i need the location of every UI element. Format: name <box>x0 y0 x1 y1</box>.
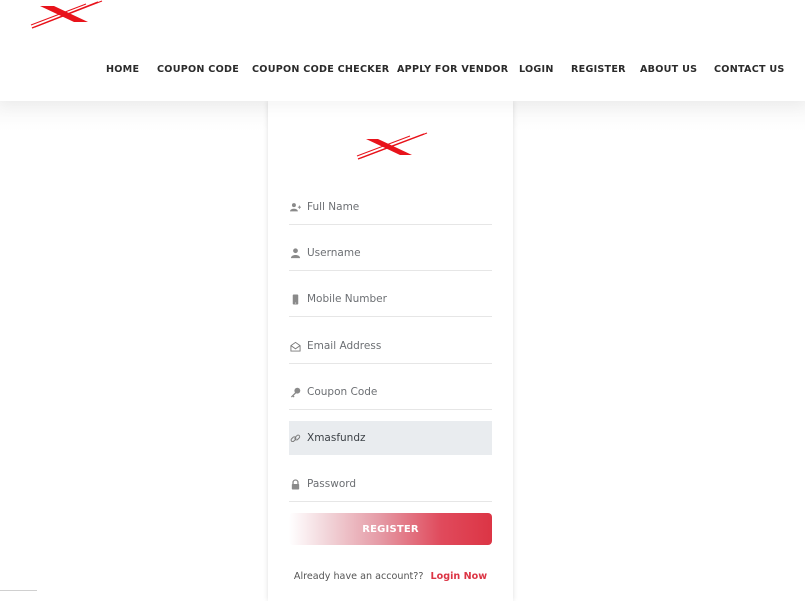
username-field <box>289 236 492 271</box>
email-address-input[interactable] <box>307 336 487 356</box>
nav-about-us[interactable]: ABOUT US <box>640 64 697 75</box>
register-button[interactable]: REGISTER <box>289 513 492 545</box>
register-card: REGISTER Already have an account?? Login… <box>268 101 513 601</box>
lock-icon <box>289 478 301 490</box>
nav-login[interactable]: LOGIN <box>519 64 554 75</box>
main-nav: HOME COUPON CODE COUPON CODE CHECKER APP… <box>0 64 805 78</box>
user-plus-icon <box>289 201 301 213</box>
referral-input[interactable] <box>307 428 487 448</box>
full-name-field <box>289 190 492 225</box>
mobile-number-field <box>289 282 492 317</box>
envelope-open-icon <box>289 340 301 352</box>
nav-contact-us[interactable]: CONTACT US <box>714 64 785 75</box>
link-icon <box>289 432 301 444</box>
mobile-icon <box>289 293 301 305</box>
coupon-code-input[interactable] <box>307 382 487 402</box>
nav-coupon-code-checker[interactable]: COUPON CODE CHECKER <box>252 64 389 75</box>
site-header: HOME COUPON CODE COUPON CODE CHECKER APP… <box>0 0 805 101</box>
mobile-number-input[interactable] <box>307 289 487 309</box>
password-input[interactable] <box>307 474 487 494</box>
user-icon <box>289 247 301 259</box>
nav-apply-for-vendor[interactable]: APPLY FOR VENDOR <box>397 64 508 75</box>
nav-home[interactable]: HOME <box>106 64 139 75</box>
email-address-field <box>289 329 492 364</box>
card-logo <box>356 132 428 160</box>
divider <box>0 590 37 591</box>
logo[interactable] <box>30 0 104 30</box>
key-icon <box>289 386 301 398</box>
nav-register[interactable]: REGISTER <box>571 64 626 75</box>
referral-field <box>289 421 492 455</box>
nav-coupon-code[interactable]: COUPON CODE <box>157 64 239 75</box>
login-prompt: Already have an account?? Login Now <box>268 571 513 582</box>
coupon-code-field <box>289 375 492 410</box>
full-name-input[interactable] <box>307 197 487 217</box>
username-input[interactable] <box>307 243 487 263</box>
login-prompt-text: Already have an account?? <box>293 571 424 582</box>
password-field <box>289 467 492 502</box>
login-now-link[interactable]: Login Now <box>431 571 488 582</box>
